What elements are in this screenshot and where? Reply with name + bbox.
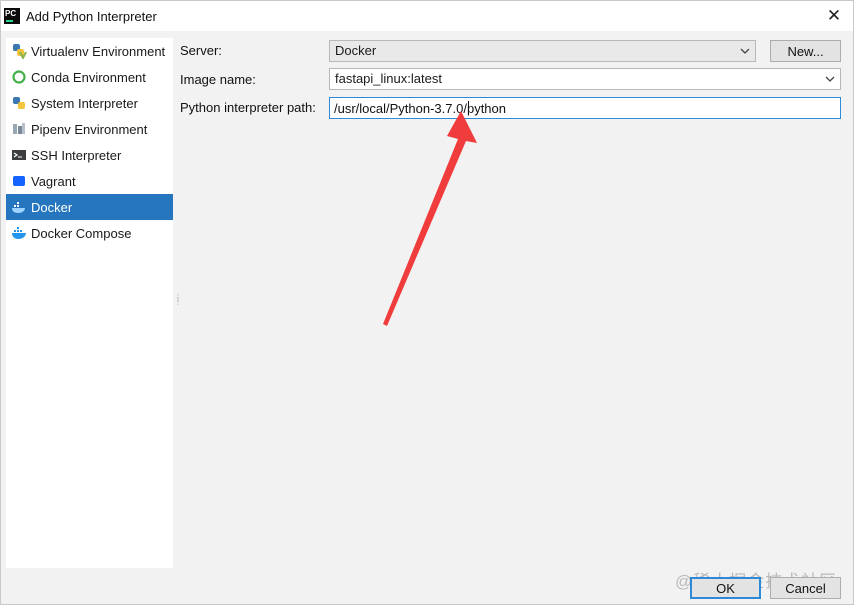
sidebar-item-label: Virtualenv Environment [31,43,166,59]
interpreter-type-list: Virtualenv Environment Conda Environment… [6,38,173,568]
sidebar-item-docker-compose[interactable]: Docker Compose [6,220,173,246]
sidebar-item-label: Pipenv Environment [31,121,148,137]
chevron-down-icon [740,48,750,54]
sidebar-item-label: Docker [31,199,73,215]
virtualenv-icon [11,43,27,59]
chevron-down-icon [825,76,835,82]
sidebar-item-label: SSH Interpreter [31,147,122,163]
image-name-combobox[interactable]: fastapi_linux:latest [329,68,841,90]
sidebar-item-ssh[interactable]: SSH Interpreter [6,142,173,168]
dialog-title: Add Python Interpreter [26,8,157,24]
sidebar-item-label: Conda Environment [31,69,146,85]
vagrant-icon [11,173,27,189]
close-button[interactable]: ✕ [823,5,845,27]
sidebar-item-system[interactable]: System Interpreter [6,90,173,116]
dialog-window: PC Add Python Interpreter ✕ Virtualenv E… [0,0,854,605]
conda-icon [11,69,27,85]
sidebar-item-virtualenv[interactable]: Virtualenv Environment [6,38,173,64]
cancel-button[interactable]: Cancel [770,577,841,599]
panel-splitter-handle[interactable]: ⋮ ⋮ [174,294,182,310]
sidebar-item-label: Docker Compose [31,225,132,241]
close-icon: ✕ [826,6,842,25]
sidebar-item-pipenv[interactable]: Pipenv Environment [6,116,173,142]
pipenv-icon [11,121,27,137]
docker-icon [11,199,27,215]
annotation-arrow-shape [383,111,477,326]
sidebar-item-docker[interactable]: Docker [6,194,173,220]
docker-compose-icon [11,225,27,241]
terminal-icon [11,147,27,163]
server-label: Server: [180,43,222,58]
sidebar-item-conda[interactable]: Conda Environment [6,64,173,90]
sidebar-item-vagrant[interactable]: Vagrant [6,168,173,194]
ok-button[interactable]: OK [690,577,761,599]
server-select-value: Docker [335,43,377,58]
sidebar-item-label: System Interpreter [31,95,138,111]
python-icon [11,95,27,111]
server-select[interactable]: Docker [329,40,756,62]
new-server-button[interactable]: New... [770,40,841,62]
pycharm-app-icon: PC [4,8,20,24]
sidebar-item-label: Vagrant [31,173,76,189]
image-name-value: fastapi_linux:latest [335,71,442,86]
image-name-label: Image name: [180,72,256,87]
interpreter-path-label: Python interpreter path: [180,100,316,115]
annotation-arrow [383,111,477,326]
title-bar: PC Add Python Interpreter ✕ [1,1,853,31]
